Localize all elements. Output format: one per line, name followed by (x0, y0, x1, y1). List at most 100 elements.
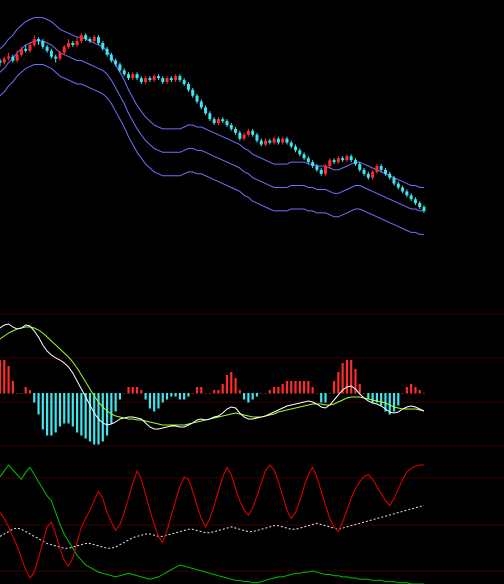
candle-body (28, 44, 32, 51)
chart-background (0, 0, 504, 584)
candle-body (306, 158, 310, 163)
candle-body (362, 169, 366, 174)
candle-body (418, 203, 422, 208)
candle-body (272, 138, 276, 143)
candle-body (199, 101, 203, 108)
candle-body (345, 156, 349, 161)
candle-body (148, 78, 152, 81)
candle-body (281, 138, 285, 143)
candle-body (392, 177, 396, 184)
candle-body (131, 74, 135, 79)
candle-body (15, 54, 19, 61)
candle-body (268, 140, 272, 143)
candle-body (92, 37, 96, 42)
candle-body (122, 70, 126, 75)
candle-body (101, 42, 105, 49)
candle-body (358, 164, 362, 170)
candle-body (174, 76, 178, 81)
candle-body (371, 171, 375, 178)
candle-body (58, 52, 62, 59)
candle-body (302, 154, 306, 159)
candle-body (319, 169, 323, 174)
candle-body (49, 50, 53, 57)
candle-body (311, 162, 315, 167)
candle-body (409, 195, 413, 200)
candle-body (97, 37, 101, 43)
candle-body (285, 138, 289, 143)
candle-body (19, 48, 23, 55)
candle-body (169, 78, 173, 81)
candle-body (336, 158, 340, 163)
candle-body (0, 60, 2, 63)
candle-body (7, 56, 11, 59)
candle-body (126, 74, 130, 79)
candle-body (144, 78, 148, 83)
candle-body (161, 78, 165, 83)
candle-body (212, 119, 216, 124)
candle-body (259, 140, 263, 145)
candle-body (37, 39, 41, 42)
candle-body (366, 173, 370, 178)
stock-chart (0, 0, 504, 584)
candle-body (225, 121, 229, 125)
candle-body (298, 150, 302, 155)
candle-body (375, 166, 379, 172)
candle-body (315, 166, 319, 170)
candle-body (289, 142, 293, 147)
candle-body (84, 35, 88, 40)
candle-body (328, 160, 332, 167)
candle-body (2, 58, 6, 63)
candle-body (11, 56, 15, 61)
candle-body (332, 160, 336, 163)
candle-body (221, 119, 225, 122)
candle-body (114, 60, 118, 65)
candle-body (109, 54, 113, 61)
candle-body (135, 74, 139, 79)
candle-body (294, 146, 298, 151)
candle-body (208, 113, 212, 120)
candle-body (45, 46, 49, 51)
candle-body (242, 134, 246, 139)
candle-body (341, 158, 345, 161)
candle-body (182, 80, 186, 84)
candle-body (353, 160, 357, 165)
candle-body (238, 132, 242, 139)
candle-body (229, 125, 233, 129)
candle-body (62, 46, 66, 53)
candle-body (191, 89, 195, 96)
candle-body (422, 207, 426, 211)
candle-body (139, 78, 143, 83)
candle-body (251, 130, 255, 135)
candle-body (204, 107, 208, 114)
candle-body (246, 130, 250, 135)
candle-body (186, 83, 190, 90)
candle-body (383, 169, 387, 174)
candle-body (88, 39, 92, 42)
candle-body (54, 56, 58, 59)
candle-body (388, 173, 392, 178)
candle-body (401, 187, 405, 192)
candle-body (165, 78, 169, 83)
candle-body (79, 35, 83, 42)
candle-body (349, 156, 353, 161)
candle-body (234, 128, 238, 133)
candle-body (379, 166, 383, 170)
candle-body (195, 95, 199, 102)
candle-body (75, 41, 79, 45)
candle-body (152, 76, 156, 81)
candle-body (24, 48, 28, 51)
candle-body (41, 41, 45, 47)
candle-body (178, 76, 182, 81)
candle-body (216, 119, 220, 124)
candle-body (413, 199, 417, 204)
candle-body (67, 42, 71, 47)
candle-body (71, 42, 75, 45)
candle-body (276, 138, 280, 143)
candle-body (396, 183, 400, 188)
candle-body (32, 39, 36, 45)
candle-body (323, 166, 327, 174)
candle-body (264, 140, 268, 145)
candle-body (118, 64, 122, 71)
candle-body (156, 76, 160, 79)
candle-body (255, 134, 259, 141)
